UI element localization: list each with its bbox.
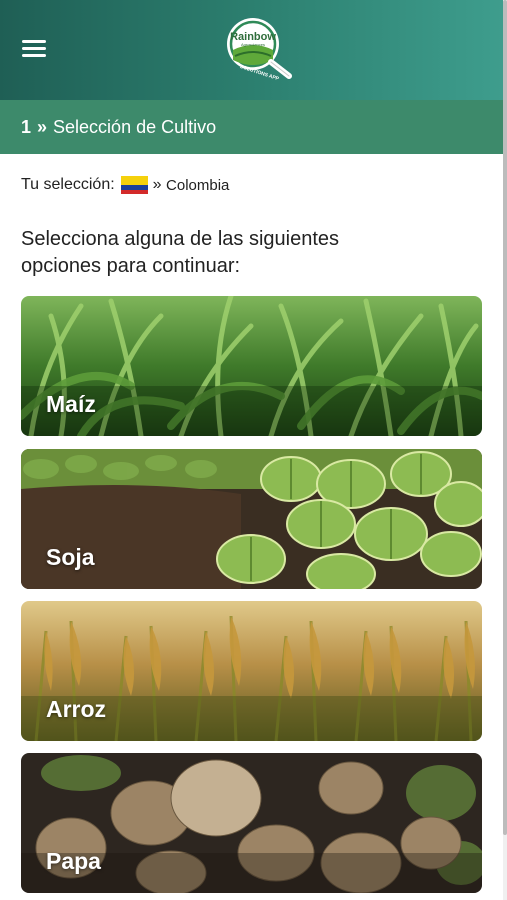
crop-card-soja[interactable]: Soja xyxy=(21,449,482,589)
svg-text:Agrosciences: Agrosciences xyxy=(241,42,265,47)
crop-label: Soja xyxy=(46,544,95,570)
crop-card-arroz[interactable]: Arroz xyxy=(21,601,482,741)
crop-card-papa[interactable]: Papa xyxy=(21,753,482,893)
crop-label: Maíz xyxy=(46,391,96,417)
selection-separator: » xyxy=(152,176,162,193)
step-title: Selección de Cultivo xyxy=(53,116,217,137)
crop-card-maiz[interactable]: Maíz xyxy=(21,296,482,436)
step-separator: » xyxy=(37,116,48,137)
app-header: Rainbow Agrosciences SOLUTIONS APP xyxy=(0,0,503,100)
crop-label: Arroz xyxy=(46,696,107,722)
current-selection: Tu selección: » Colombia xyxy=(21,176,229,194)
step-bar: 1 » Selección de Cultivo xyxy=(0,100,503,154)
crop-label: Papa xyxy=(46,848,101,874)
instructions-text: Selecciona alguna de las siguientes opci… xyxy=(21,228,339,277)
scrollbar-thumb[interactable] xyxy=(503,0,507,835)
app-logo: Rainbow Agrosciences SOLUTIONS APP xyxy=(221,16,297,82)
scrollbar[interactable] xyxy=(503,0,507,900)
selection-country: Colombia xyxy=(166,176,230,194)
colombia-flag-icon xyxy=(120,176,148,194)
step-number: 1 xyxy=(21,116,32,137)
selection-label: Tu selección: xyxy=(21,176,115,193)
menu-icon[interactable] xyxy=(22,40,46,60)
